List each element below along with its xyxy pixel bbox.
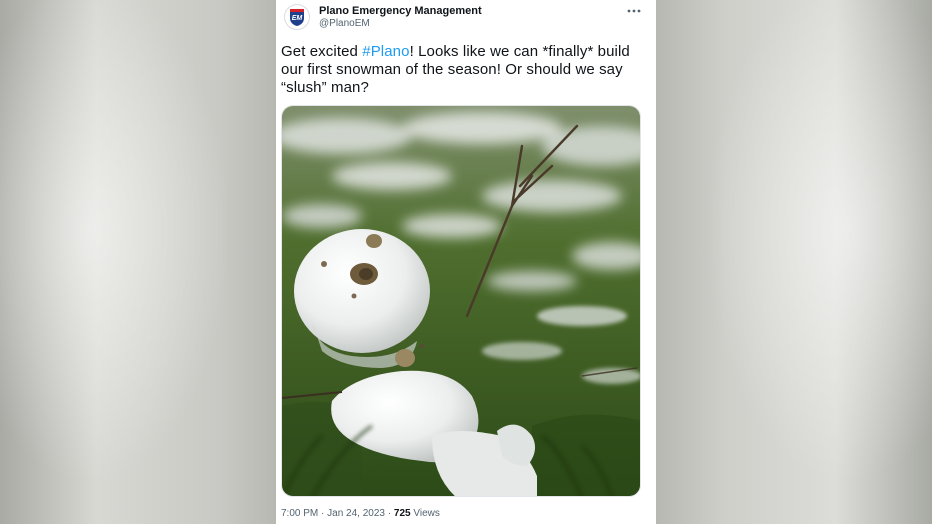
more-button[interactable]	[622, 2, 646, 20]
background-left-blur	[0, 0, 276, 524]
snowman-photo	[282, 106, 640, 496]
author-name[interactable]: Plano Emergency Management	[319, 5, 482, 17]
tweet-meta: 7:00 PM · Jan 24, 2023 · 725 Views	[281, 508, 440, 519]
avatar[interactable]: EM	[284, 4, 310, 30]
author-handle[interactable]: @PlanoEM	[319, 18, 370, 29]
hashtag-link[interactable]: #Plano	[362, 43, 409, 60]
more-icon	[627, 9, 641, 13]
tweet-date[interactable]: Jan 24, 2023	[327, 508, 385, 519]
tweet-text-start: Get excited	[281, 43, 363, 60]
views-label: Views	[413, 508, 440, 519]
tweet-image[interactable]	[281, 105, 641, 497]
meta-separator: ·	[387, 508, 392, 519]
meta-separator: ·	[321, 508, 325, 519]
tweet-card: EM Plano Emergency Management @PlanoEM G…	[276, 0, 656, 524]
em-logo-icon: EM	[290, 9, 304, 26]
avatar-text: EM	[292, 15, 303, 22]
tweet-text: Get excited #Plano! Looks like we can *f…	[281, 43, 643, 97]
views-count: 725	[393, 508, 411, 519]
tweet-time[interactable]: 7:00 PM	[281, 508, 318, 519]
background-right-blur	[656, 0, 932, 524]
